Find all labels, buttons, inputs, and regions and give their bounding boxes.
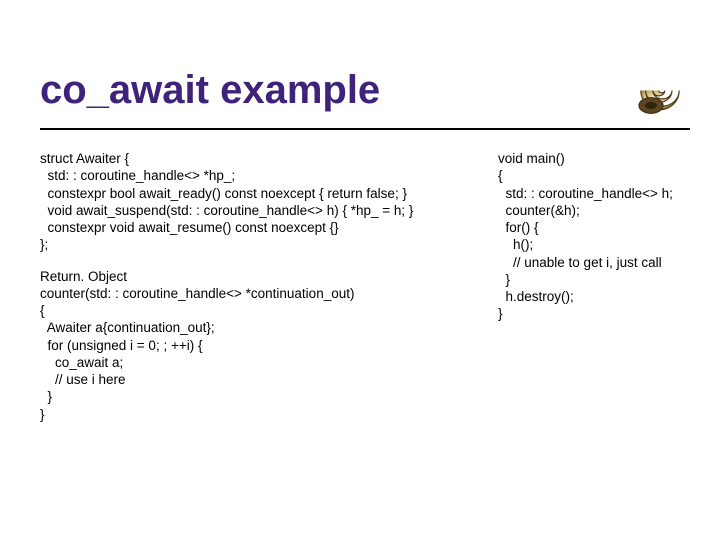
left-column: struct Awaiter { std: : coroutine_handle… [40, 150, 480, 510]
right-column: void main() { std: : coroutine_handle<> … [498, 150, 690, 510]
code-main-func: void main() { std: : coroutine_handle<> … [498, 150, 690, 323]
slide-title: co_await example [40, 68, 380, 113]
code-awaiter-struct: struct Awaiter { std: : coroutine_handle… [40, 150, 480, 254]
slide-root: co_await example struct Awaiter { std: [0, 0, 720, 540]
slide-body: struct Awaiter { std: : coroutine_handle… [40, 150, 690, 510]
code-counter-func: Return. Object counter(std: : coroutine_… [40, 268, 480, 423]
title-underline [40, 128, 690, 130]
title-row: co_await example [40, 50, 700, 130]
shell-icon [630, 63, 690, 118]
